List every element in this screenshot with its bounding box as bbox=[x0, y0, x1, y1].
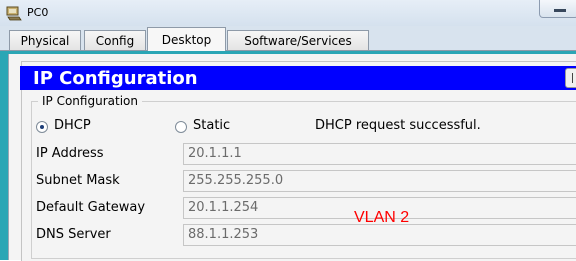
ip-config-group-label: IP Configuration bbox=[38, 94, 142, 108]
vlan-annotation: VLAN 2 bbox=[354, 209, 410, 226]
dhcp-label[interactable]: DHCP bbox=[54, 118, 91, 133]
minimize-icon bbox=[554, 9, 566, 12]
default-gateway-label: Default Gateway bbox=[36, 200, 146, 215]
tab-config[interactable]: Config bbox=[84, 30, 146, 50]
dhcp-radio[interactable] bbox=[36, 121, 48, 133]
subnet-mask-field[interactable]: 255.255.255.0 bbox=[183, 170, 576, 192]
window-title: PC0 bbox=[27, 6, 49, 19]
pc-icon bbox=[6, 6, 22, 21]
dhcp-status-message: DHCP request successful. bbox=[315, 118, 481, 133]
close-button[interactable] bbox=[565, 68, 576, 88]
tab-software-services[interactable]: Software/Services bbox=[227, 30, 369, 50]
ip-address-field[interactable]: 20.1.1.1 bbox=[183, 143, 576, 165]
static-label[interactable]: Static bbox=[193, 118, 230, 133]
dns-server-field[interactable]: 88.1.1.253 bbox=[183, 224, 576, 246]
window-title-bar: PC0 bbox=[0, 0, 576, 26]
tab-physical[interactable]: Physical bbox=[9, 30, 81, 50]
subnet-mask-label: Subnet Mask bbox=[36, 173, 120, 188]
tab-strip: Physical Config Desktop Software/Service… bbox=[0, 26, 576, 51]
tab-desktop[interactable]: Desktop bbox=[147, 27, 226, 51]
dns-server-label: DNS Server bbox=[36, 227, 111, 242]
static-radio[interactable] bbox=[175, 121, 187, 133]
ip-address-label: IP Address bbox=[36, 146, 104, 161]
ip-config-title: IP Configuration bbox=[33, 68, 198, 89]
minimize-button[interactable] bbox=[539, 0, 576, 18]
